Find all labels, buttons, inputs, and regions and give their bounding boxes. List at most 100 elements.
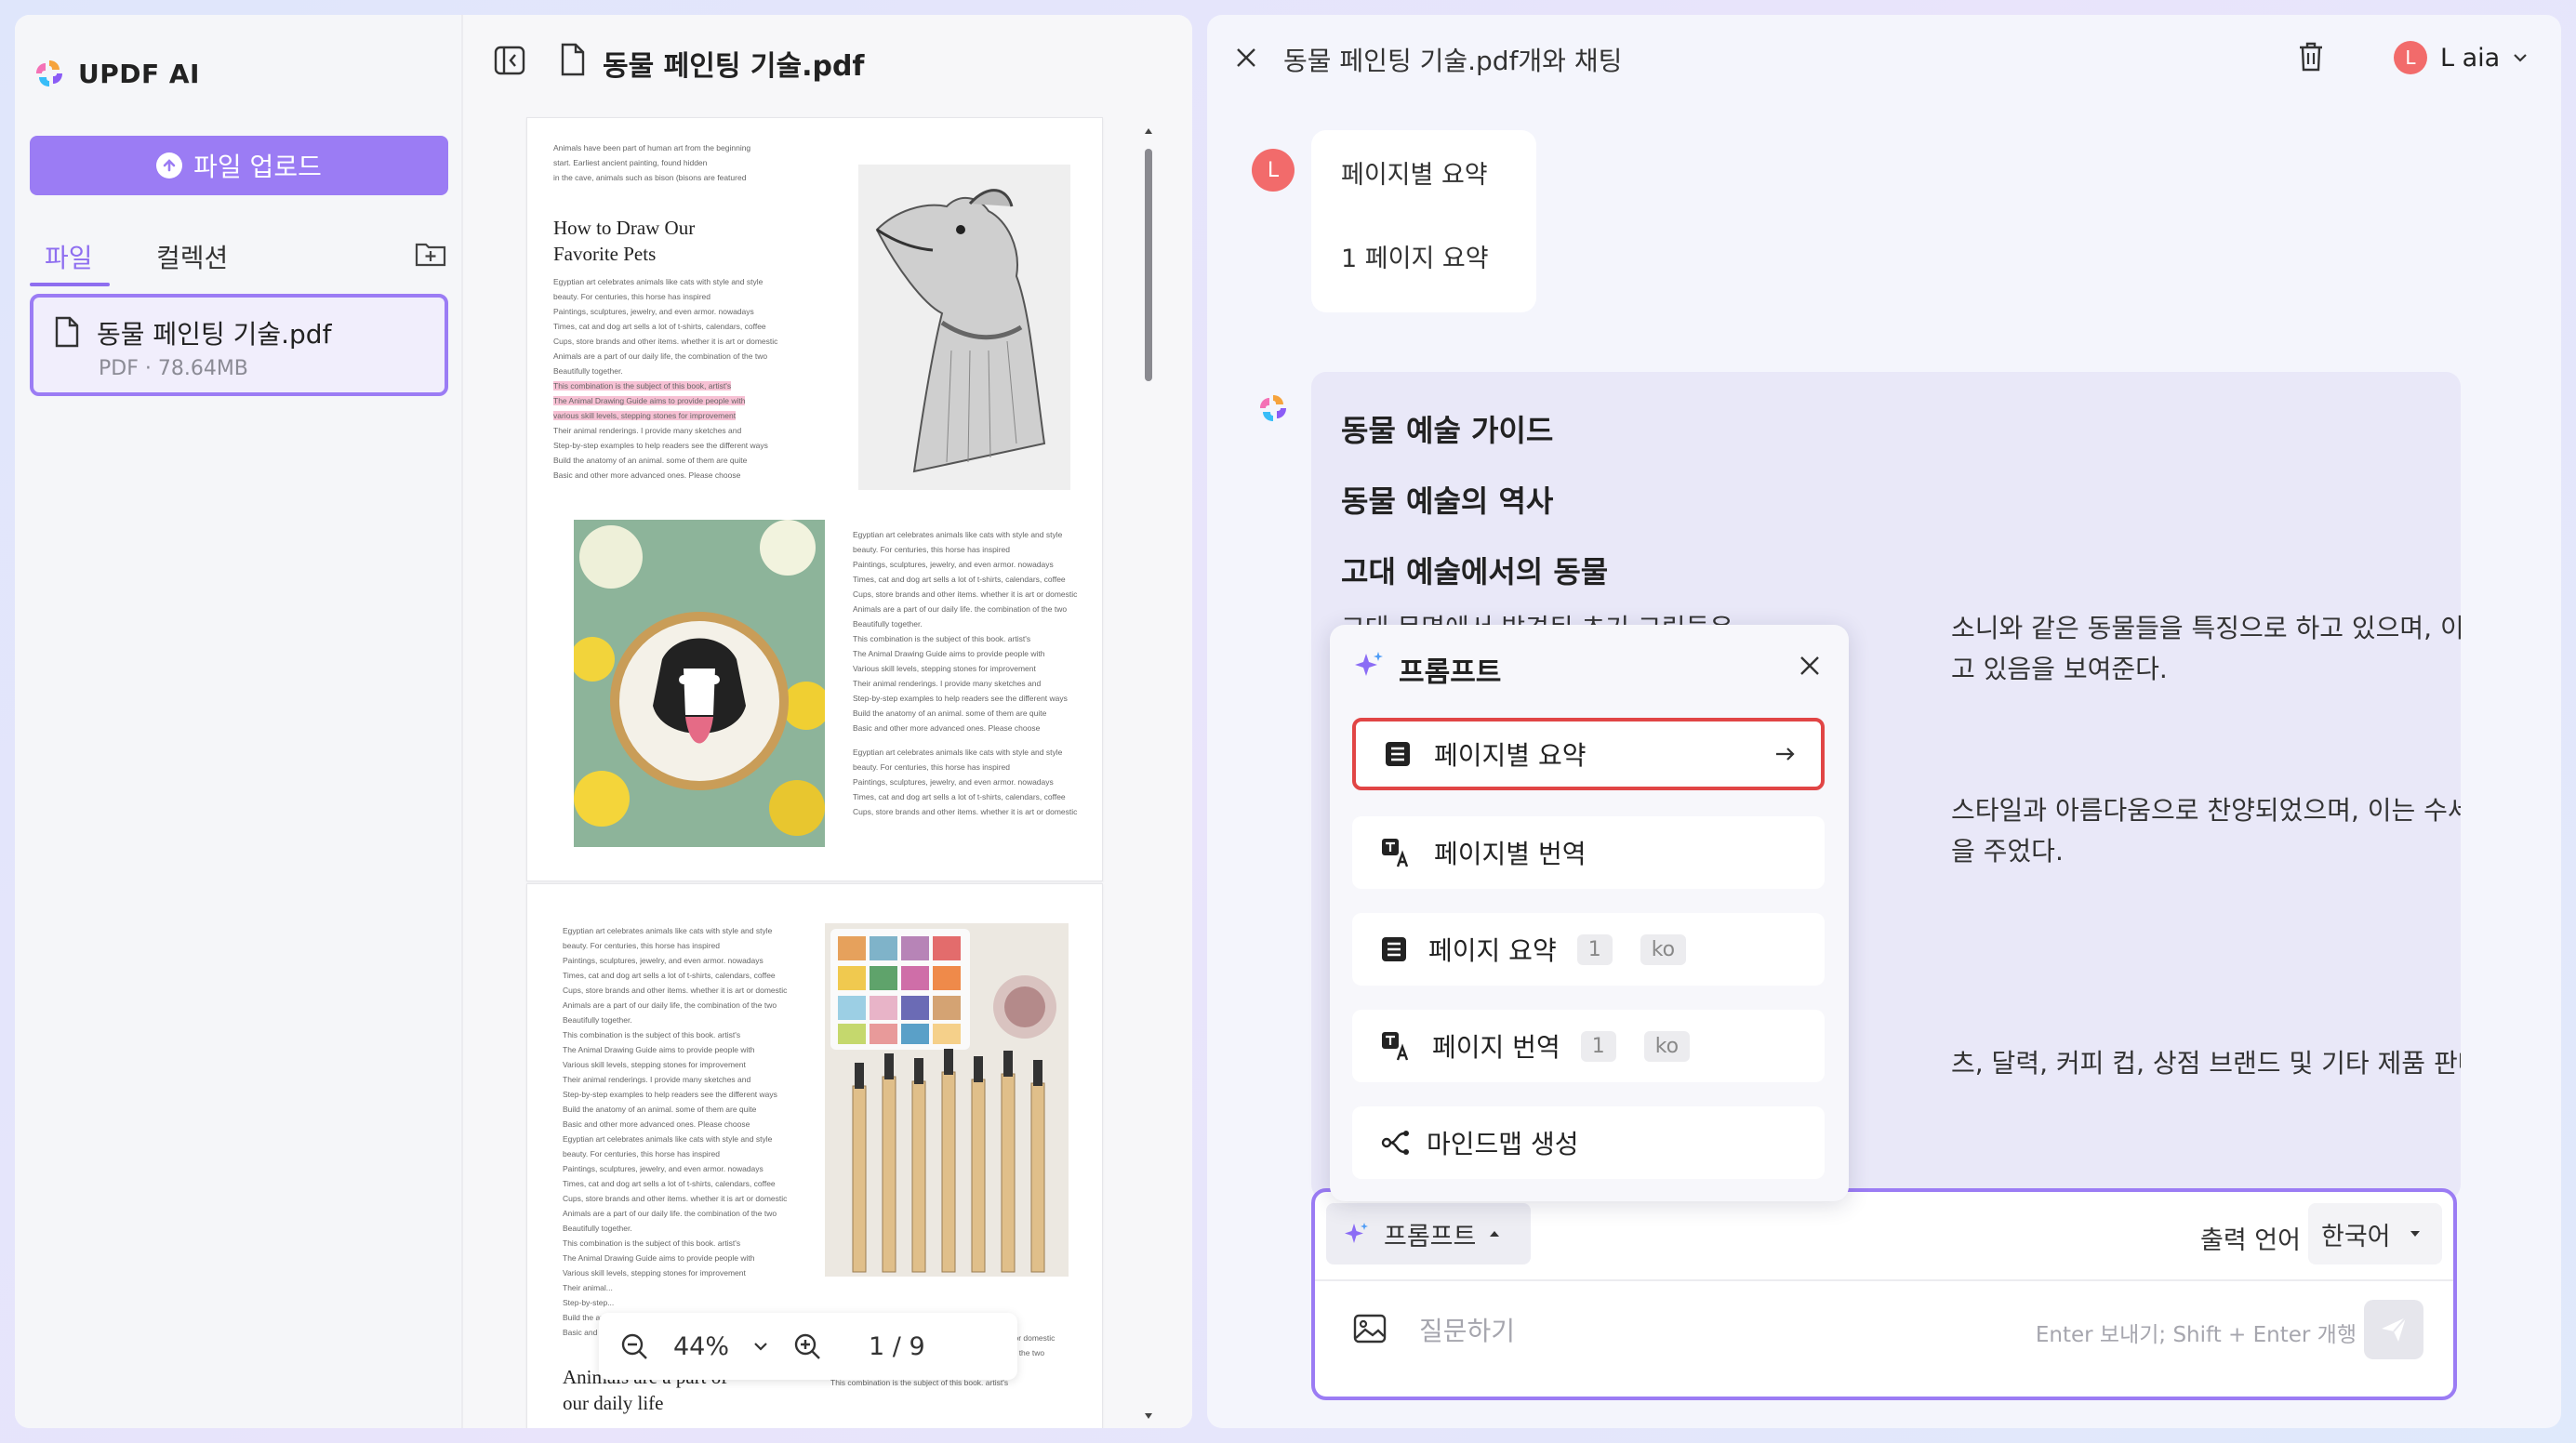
output-language-value: 한국어 (2321, 1222, 2391, 1251)
page-intro: Animals have been part of human art from… (553, 143, 751, 182)
new-folder-icon[interactable] (415, 240, 446, 268)
prompt-item-page-by-page-summary[interactable]: 페이지별 요약 (1352, 718, 1825, 790)
chevron-down-icon (2514, 54, 2527, 62)
chat-header: 동물 페인팅 기술.pdf개와 채팅 L L aia (1207, 15, 2561, 104)
embroidery-image (574, 520, 825, 847)
output-language-label: 출력 언어 (2200, 1226, 2301, 1255)
user-message-line: 1 페이지 요약 (1341, 245, 1489, 273)
collapse-sidebar-icon[interactable] (493, 45, 526, 76)
prompt-item-page-translate[interactable]: 페이지 번역 1 ko (1352, 1010, 1825, 1082)
list-icon (1380, 935, 1408, 963)
upload-icon (156, 152, 183, 179)
zoom-in-icon[interactable] (792, 1331, 822, 1361)
file-upload-button[interactable]: 파일 업로드 (30, 136, 448, 195)
prompt-button-label: 프롬프트 (1384, 1222, 1477, 1251)
zoom-level[interactable]: 44% (673, 1332, 729, 1361)
input-toolbar: 프롬프트 출력 언어 한국어 (1315, 1192, 2453, 1281)
ai-paragraph: 츠, 달력, 커피 컵, 상점 브랜드 및 기타 제품 판매 (1951, 1048, 2461, 1079)
caret-up-icon (1490, 1231, 1500, 1237)
file-sidebar: UPDF AI 파일 업로드 파일 컬렉션 동물 페인팅 기술.pdf PDF … (15, 15, 463, 1428)
chevron-down-icon[interactable] (753, 1341, 768, 1352)
pdf-viewer: 동물 페인팅 기술.pdf Animals have been part of … (463, 15, 1192, 1428)
mindmap-icon (1380, 1127, 1412, 1158)
document-icon (560, 43, 586, 76)
prompt-item-label: 페이지 요약 (1428, 935, 1557, 966)
prompt-item-label: 마인드맵 생성 (1427, 1129, 1579, 1159)
tab-collections[interactable]: 컬렉션 (156, 238, 228, 275)
page-heading: How to Draw Our Favorite Pets (553, 217, 696, 265)
sidebar-tabs: 파일 컬렉션 (30, 225, 446, 286)
file-meta: PDF · 78.64MB (99, 357, 248, 380)
prompt-button[interactable]: 프롬프트 (1326, 1203, 1531, 1264)
app-header: UPDF AI (33, 41, 200, 106)
viewer-scrollbar[interactable] (1142, 121, 1155, 1423)
caret-down-icon (2410, 1231, 2420, 1237)
image-upload-icon[interactable] (1352, 1313, 1388, 1344)
user-menu[interactable]: L L aia (2394, 41, 2528, 74)
updf-logo-icon (33, 58, 65, 89)
user-name: L aia (2440, 43, 2501, 73)
trash-icon[interactable] (2297, 41, 2325, 73)
avatar: L (1252, 149, 1295, 192)
file-list-item[interactable]: 동물 페인팅 기술.pdf PDF · 78.64MB (30, 294, 448, 396)
prompt-popup: 프롬프트 페이지별 요약 페이지별 번역 페이지 요약 1 ko 페이지 번역 … (1330, 625, 1849, 1201)
page-indicator[interactable]: 1 / 9 (869, 1332, 925, 1361)
document-panel: UPDF AI 파일 업로드 파일 컬렉션 동물 페인팅 기술.pdf PDF … (15, 15, 1192, 1428)
arrow-right-icon (1774, 745, 1797, 763)
prompt-popup-title: 프롬프트 (1399, 656, 1502, 689)
zoom-toolbar: 44% 1 / 9 (599, 1313, 1017, 1380)
document-icon (54, 316, 80, 348)
translate-icon (1380, 1030, 1412, 1062)
translate-icon (1380, 837, 1412, 868)
prompt-item-page-summary[interactable]: 페이지 요약 1 ko (1352, 913, 1825, 986)
paint-brushes-image (825, 923, 1069, 1277)
active-tab-indicator (30, 283, 110, 286)
ai-logo-icon (1257, 392, 1289, 424)
app-title: UPDF AI (78, 58, 200, 89)
input-hint: Enter 보내기; Shift + Enter 개행 (2035, 1323, 2357, 1347)
ai-paragraph: 고 있음을 보여준다. (1951, 654, 2168, 684)
close-icon[interactable] (1235, 46, 1257, 69)
language-badge[interactable]: ko (1643, 1030, 1691, 1062)
upload-label: 파일 업로드 (193, 152, 322, 182)
page-body-text: Egyptian art celebrates animals like cat… (553, 277, 778, 480)
user-message: 페이지별 요약 1 페이지 요약 (1311, 130, 1536, 312)
ai-heading: 동물 예술 가이드 (1341, 413, 1554, 448)
output-language-select[interactable]: 한국어 (2308, 1203, 2442, 1264)
pdf-page: Animals have been part of human art from… (526, 117, 1103, 881)
prompt-item-mindmap[interactable]: 마인드맵 생성 (1352, 1106, 1825, 1179)
prompt-item-page-by-page-translate[interactable]: 페이지별 번역 (1352, 816, 1825, 889)
prompt-item-label: 페이지 번역 (1432, 1032, 1560, 1063)
sparkle-icon (1354, 649, 1386, 681)
ai-paragraph: 을 주었다. (1951, 836, 2064, 867)
scroll-up-icon (1145, 128, 1152, 134)
prompt-item-label: 페이지별 요약 (1434, 740, 1587, 771)
chat-input-box: 프롬프트 출력 언어 한국어 Enter 보내기; Shift + Enter … (1311, 1188, 2457, 1400)
viewer-header: 동물 페인팅 기술.pdf (463, 15, 1192, 117)
prompt-item-label: 페이지별 번역 (1434, 839, 1587, 869)
document-title: 동물 페인팅 기술.pdf (603, 50, 865, 83)
ai-heading: 동물 예술의 역사 (1341, 483, 1554, 519)
avatar: L (2394, 41, 2427, 74)
send-button[interactable] (2364, 1300, 2423, 1359)
file-name: 동물 페인팅 기술.pdf (97, 319, 332, 350)
page-number-badge[interactable]: 1 (1580, 1030, 1616, 1062)
tab-files[interactable]: 파일 (45, 238, 93, 275)
scroll-thumb[interactable] (1145, 149, 1152, 381)
page-body-text: Egyptian art celebrates animals like cat… (563, 926, 788, 1337)
zoom-out-icon[interactable] (619, 1331, 649, 1361)
user-message-line: 페이지별 요약 (1341, 161, 1488, 190)
dog-sketch-image (858, 165, 1070, 490)
language-badge[interactable]: ko (1640, 933, 1687, 965)
page-number-badge[interactable]: 1 (1576, 933, 1613, 965)
ai-paragraph: 소니와 같은 동물들을 특징으로 하고 있으며, 이는 인 (1951, 613, 2461, 643)
send-icon (2378, 1314, 2410, 1345)
scroll-down-icon (1145, 1413, 1152, 1419)
question-input[interactable] (1419, 1307, 1977, 1354)
ai-paragraph: 스타일과 아름다움으로 찬양되었으며, 이는 수세 (1951, 795, 2461, 826)
close-icon[interactable] (1799, 655, 1821, 677)
sparkle-icon (1343, 1220, 1371, 1248)
page-body-text-2: Egyptian art celebrates animals like cat… (853, 530, 1078, 816)
chat-title: 동물 페인팅 기술.pdf개와 채팅 (1283, 46, 1623, 76)
list-icon (1384, 740, 1412, 768)
